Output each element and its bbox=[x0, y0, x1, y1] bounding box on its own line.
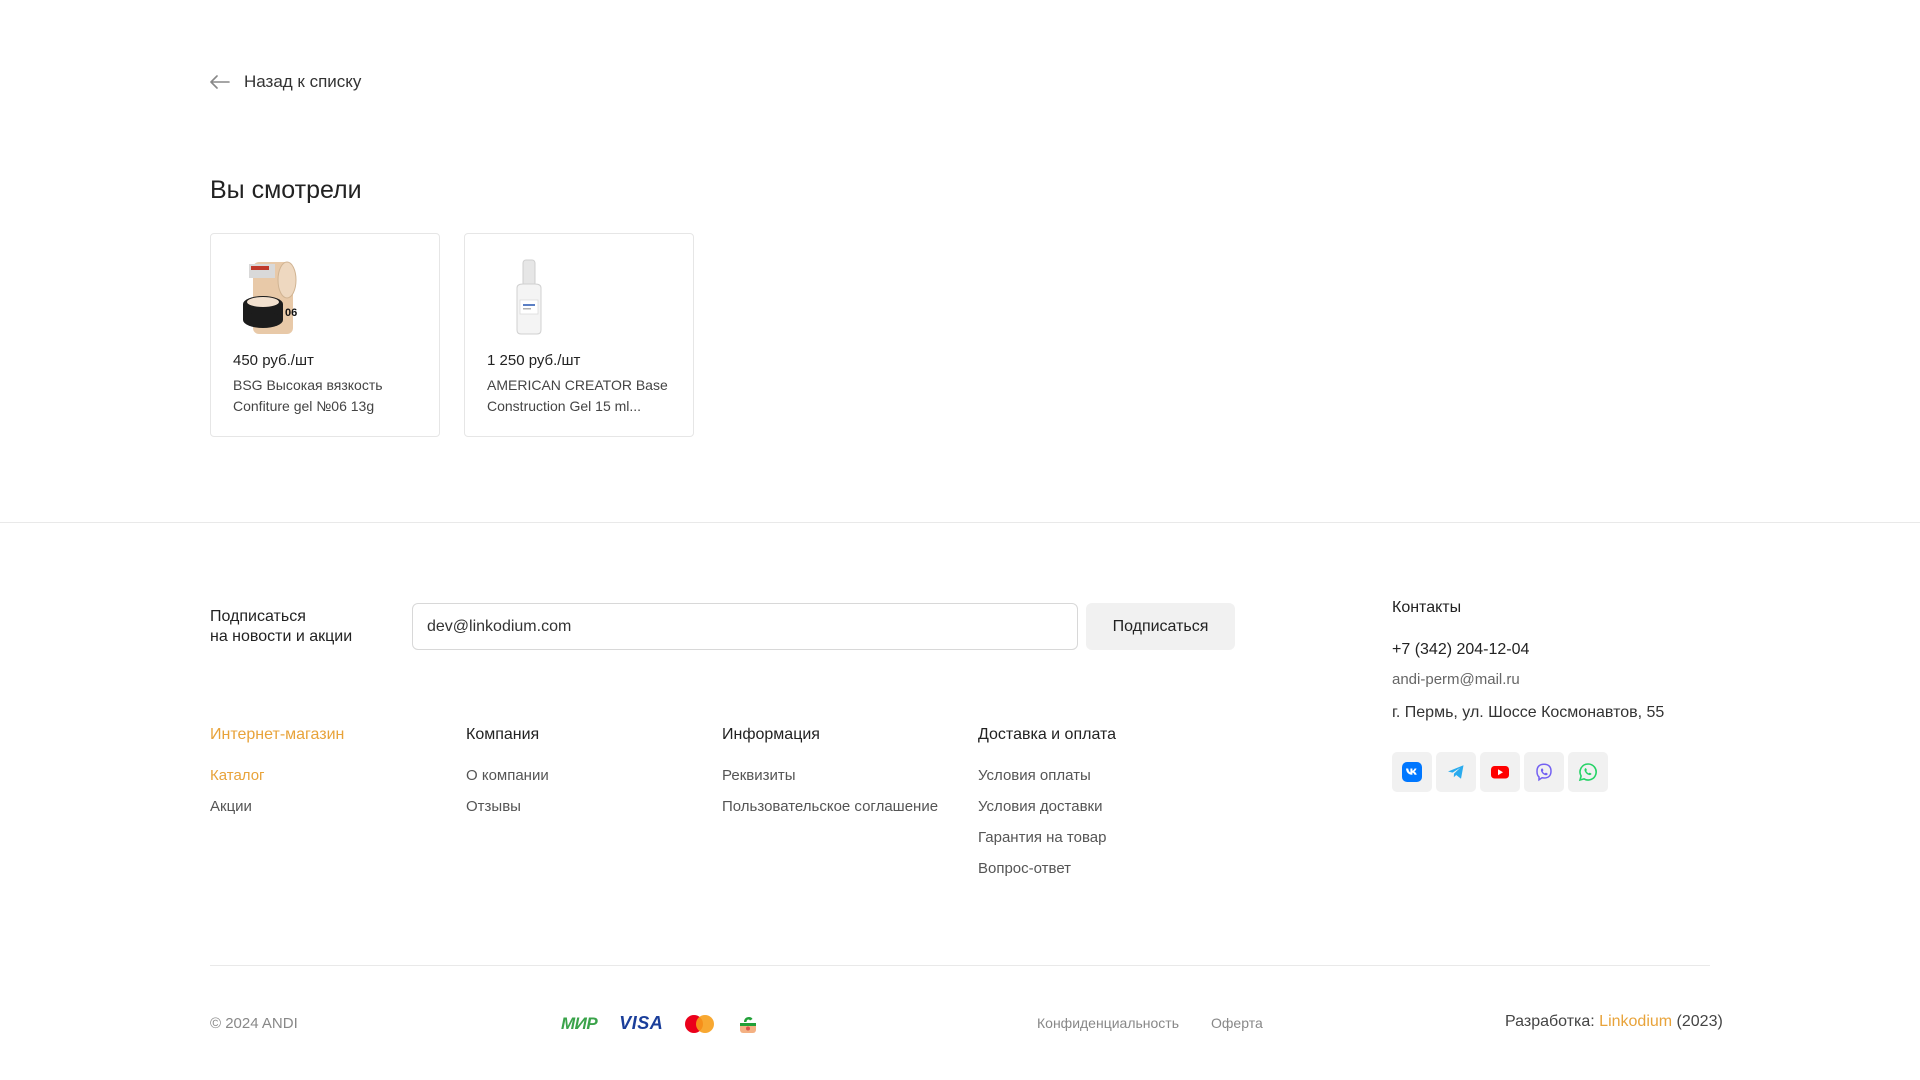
legal-links: Конфиденциальность Оферта bbox=[1037, 1015, 1263, 1031]
product-price: 450 руб./шт bbox=[233, 352, 314, 369]
contacts-block: Контакты +7 (342) 204-12-04 andi-perm@ma… bbox=[1392, 599, 1664, 792]
product-card[interactable]: 1 250 руб./шт AMERICAN CREATOR Base Cons… bbox=[464, 233, 694, 437]
subscribe-button[interactable]: Подписаться bbox=[1086, 603, 1235, 650]
footer-column-delivery: Доставка и оплата Условия оплаты Условия… bbox=[978, 726, 1234, 891]
subscribe-email-input[interactable] bbox=[412, 603, 1078, 650]
footer-link-delivery-terms[interactable]: Условия доставки bbox=[978, 798, 1234, 815]
viber-icon bbox=[1536, 763, 1552, 782]
developer-credit: Разработка: Linkodium (2023) bbox=[1505, 1013, 1723, 1031]
footer-link-payment-terms[interactable]: Условия оплаты bbox=[978, 767, 1234, 784]
offer-link[interactable]: Оферта bbox=[1211, 1015, 1263, 1031]
mir-logo: МИР bbox=[561, 1013, 598, 1033]
footer-column-title[interactable]: Доставка и оплата bbox=[978, 726, 1234, 744]
privacy-link[interactable]: Конфиденциальность bbox=[1037, 1015, 1179, 1031]
footer-divider bbox=[210, 965, 1710, 966]
vk-icon bbox=[1402, 762, 1422, 782]
footer-column-shop: Интернет-магазин Каталог Акции bbox=[210, 726, 466, 891]
product-image-gel-bottle bbox=[516, 259, 542, 335]
contacts-email[interactable]: andi-perm@mail.ru bbox=[1392, 671, 1664, 688]
copyright: © 2024 ANDI bbox=[210, 1015, 298, 1032]
social-links bbox=[1392, 752, 1664, 792]
youtube-icon bbox=[1491, 766, 1509, 779]
footer-link-reviews[interactable]: Отзывы bbox=[466, 798, 722, 815]
arrow-left-icon bbox=[210, 75, 230, 89]
footer-link-about[interactable]: О компании bbox=[466, 767, 722, 784]
viewed-section-title: Вы смотрели bbox=[210, 176, 362, 204]
footer-column-title[interactable]: Информация bbox=[722, 726, 978, 744]
sbp-logo-icon bbox=[740, 1016, 757, 1033]
contacts-address: г. Пермь, ул. Шоссе Космонавтов, 55 bbox=[1392, 704, 1665, 721]
product-image-badge: 06 bbox=[285, 307, 297, 319]
section-divider bbox=[0, 522, 1920, 523]
footer-column-info: Информация Реквизиты Пользовательское со… bbox=[722, 726, 978, 891]
developer-credit-prefix: Разработка: bbox=[1505, 1013, 1600, 1030]
product-card[interactable]: 06 450 руб./шт BSG Высокая вязкость Conf… bbox=[210, 233, 440, 437]
footer-column-title[interactable]: Интернет-магазин bbox=[210, 726, 466, 744]
viewed-products-list: 06 450 руб./шт BSG Высокая вязкость Conf… bbox=[210, 233, 694, 437]
footer-link-user-agreement[interactable]: Пользовательское соглашение bbox=[722, 798, 978, 815]
developer-link[interactable]: Linkodium bbox=[1599, 1013, 1672, 1030]
footer-link-warranty[interactable]: Гарантия на товар bbox=[978, 829, 1234, 846]
product-image-gel-jar: 06 bbox=[243, 261, 297, 334]
product-price: 1 250 руб./шт bbox=[487, 352, 581, 369]
footer-link-promos[interactable]: Акции bbox=[210, 798, 466, 815]
visa-logo: VISA bbox=[619, 1013, 664, 1033]
vk-link[interactable] bbox=[1392, 752, 1432, 792]
telegram-link[interactable] bbox=[1436, 752, 1476, 792]
whatsapp-link[interactable] bbox=[1568, 752, 1608, 792]
product-name: AMERICAN CREATOR Base Construction Gel 1… bbox=[487, 377, 668, 414]
footer-link-requisites[interactable]: Реквизиты bbox=[722, 767, 978, 784]
developer-credit-suffix: (2023) bbox=[1672, 1013, 1723, 1030]
telegram-icon bbox=[1448, 765, 1464, 779]
footer-column-company: Компания О компании Отзывы bbox=[466, 726, 722, 891]
whatsapp-icon bbox=[1578, 763, 1597, 782]
contacts-phone[interactable]: +7 (342) 204-12-04 bbox=[1392, 641, 1664, 659]
contacts-title: Контакты bbox=[1392, 599, 1462, 616]
footer-column-title[interactable]: Компания bbox=[466, 726, 722, 744]
footer-nav: Интернет-магазин Каталог Акции Компания … bbox=[210, 726, 1234, 891]
product-name: BSG Высокая вязкость Confiture gel №06 1… bbox=[233, 377, 383, 414]
footer-link-faq[interactable]: Вопрос-ответ bbox=[978, 860, 1234, 877]
payment-methods: МИР VISA bbox=[561, 1013, 759, 1034]
mastercard-logo-icon bbox=[685, 1014, 715, 1034]
back-to-list-link[interactable]: Назад к списку bbox=[210, 72, 361, 92]
viber-link[interactable] bbox=[1524, 752, 1564, 792]
footer-link-catalog[interactable]: Каталог bbox=[210, 767, 466, 784]
back-link-label: Назад к списку bbox=[244, 72, 362, 91]
subscribe-label: Подписаться на новости и акции bbox=[210, 608, 353, 645]
youtube-link[interactable] bbox=[1480, 752, 1520, 792]
